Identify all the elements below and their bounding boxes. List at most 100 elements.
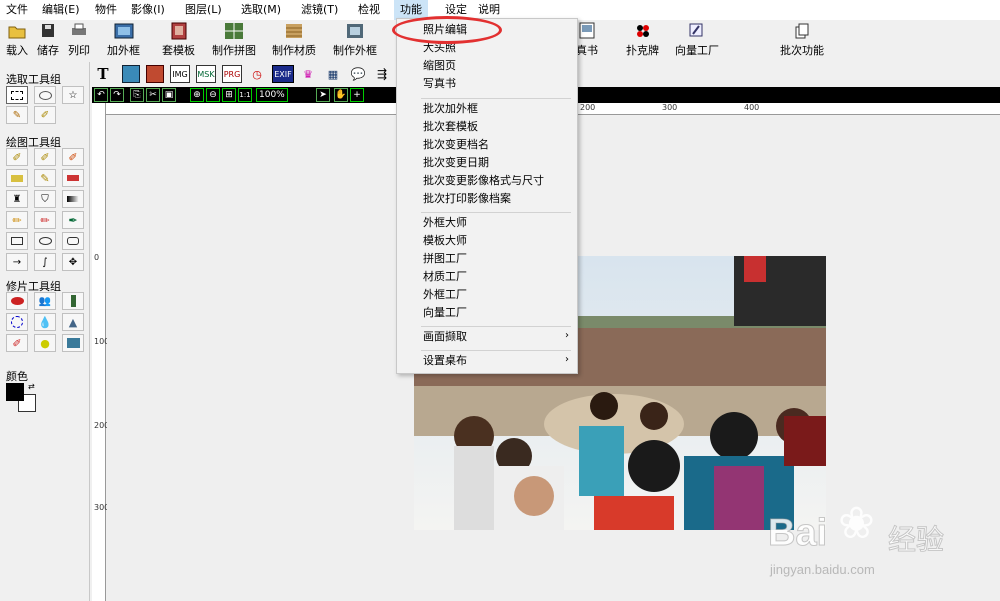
menu-item-thumbnail-page[interactable]: 缩图页	[423, 58, 456, 74]
magic-wand-tool[interactable]: ✎	[6, 106, 28, 124]
paint-tool[interactable]: ✐	[6, 334, 28, 352]
vector-factory-button[interactable]: 向量工厂	[675, 22, 719, 58]
pointer-icon[interactable]: ➤	[316, 88, 330, 102]
text-tool[interactable]: T	[96, 65, 110, 83]
select-brush-tool[interactable]: ✐	[34, 106, 56, 124]
actual-size-icon[interactable]: 1:1	[238, 88, 252, 102]
menu-item-batch-print[interactable]: 批次打印影像档案	[423, 191, 511, 207]
rounded-rect-tool[interactable]	[62, 232, 84, 250]
menu-filter[interactable]: 滤镜(T)	[301, 0, 338, 20]
blur-tool[interactable]: 💧	[34, 313, 56, 331]
paste-icon[interactable]: ▣	[162, 88, 176, 102]
smudge-tool[interactable]: ✎	[34, 169, 56, 187]
move-tool[interactable]: ✥	[62, 253, 84, 271]
speech-bubble-icon[interactable]: 💬	[348, 65, 368, 83]
menu-image[interactable]: 影像(I)	[131, 0, 165, 20]
menu-item-collage-factory[interactable]: 拼图工厂	[423, 251, 467, 267]
undo-icon[interactable]: ↶	[94, 88, 108, 102]
menu-help[interactable]: 说明	[478, 0, 500, 20]
menu-item-vector-factory[interactable]: 向量工厂	[423, 305, 467, 321]
eyedropper-tool[interactable]: ✒	[62, 211, 84, 229]
people-tool[interactable]: 👥	[34, 292, 56, 310]
menu-item-batch-frame[interactable]: 批次加外框	[423, 101, 478, 117]
menu-view[interactable]: 检视	[358, 0, 380, 20]
menu-item-frame-master[interactable]: 外框大师	[423, 215, 467, 231]
airbrush-tool[interactable]: ✐	[34, 148, 56, 166]
menu-layer[interactable]: 图层(L)	[185, 0, 222, 20]
menu-item-batch-template[interactable]: 批次套模板	[423, 119, 478, 135]
rectangle-tool[interactable]	[6, 232, 28, 250]
calendar-icon[interactable]: ▦	[326, 65, 340, 83]
menu-item-label: 设置桌布	[423, 354, 467, 367]
eraser-tool[interactable]	[6, 169, 28, 187]
material-label: 制作材质	[272, 44, 316, 57]
cake-icon[interactable]: ♛	[300, 65, 316, 83]
redo-icon[interactable]: ↷	[110, 88, 124, 102]
insert-image-button[interactable]	[122, 65, 140, 83]
menu-item-batch-date[interactable]: 批次变更日期	[423, 155, 489, 171]
img-button[interactable]: IMG	[170, 65, 190, 83]
menu-item-material-factory[interactable]: 材质工厂	[423, 269, 467, 285]
menu-item-photo-book[interactable]: 写真书	[423, 76, 456, 92]
template-button[interactable]: 套模板	[162, 22, 195, 58]
curve-tool[interactable]: ∫	[34, 253, 56, 271]
insert-photo-button[interactable]	[146, 65, 164, 83]
rectangle-icon	[11, 237, 23, 245]
lasso-select-tool[interactable]: ☆	[62, 86, 84, 104]
menu-edit[interactable]: 编辑(E)	[42, 0, 80, 20]
photo-fix-tool[interactable]	[62, 334, 84, 352]
menu-item-screen-capture[interactable]: 画面撷取 ›	[397, 329, 577, 345]
save-button[interactable]: 储存	[37, 22, 59, 58]
color-brush-tool[interactable]: ✐	[62, 148, 84, 166]
zoom-level[interactable]: 100%	[256, 88, 288, 102]
floppy-icon	[42, 24, 54, 37]
copy-icon[interactable]: ⎘	[130, 88, 144, 102]
poker-button[interactable]: 扑克牌	[626, 22, 659, 58]
bottle-tool[interactable]	[62, 292, 84, 310]
collage-button[interactable]: 制作拼图	[212, 22, 256, 58]
exif-button[interactable]: EXIF	[272, 65, 294, 83]
outer-frame-button[interactable]: 制作外框	[333, 22, 377, 58]
clock-icon[interactable]: ◷	[250, 65, 264, 83]
zoom-out-icon[interactable]: ⊖	[206, 88, 220, 102]
zoom-in-icon[interactable]: ⊕	[190, 88, 204, 102]
ellipse-select-tool[interactable]	[34, 86, 56, 104]
menu-item-batch-rename[interactable]: 批次变更档名	[423, 137, 489, 153]
brush-tool[interactable]: ✐	[6, 148, 28, 166]
red-eye-tool[interactable]	[6, 292, 28, 310]
menu-item-set-wallpaper[interactable]: 设置桌布 ›	[397, 353, 577, 369]
clone-tool[interactable]	[62, 169, 84, 187]
light-tool[interactable]: ●	[34, 334, 56, 352]
rect-select-tool[interactable]	[6, 86, 28, 104]
open-button[interactable]: 载入	[6, 22, 28, 58]
fit-icon[interactable]: ⊞	[222, 88, 236, 102]
sharpen-tool[interactable]: ▲	[62, 313, 84, 331]
stamp-tool[interactable]: ♜	[6, 190, 28, 208]
plus-icon[interactable]: +	[350, 88, 364, 102]
add-frame-button[interactable]: 加外框	[107, 22, 140, 58]
menu-select[interactable]: 选取(M)	[241, 0, 281, 20]
menu-object[interactable]: 物件	[95, 0, 117, 20]
batch-button[interactable]: 批次功能	[780, 22, 824, 58]
align-icon[interactable]: ⇶	[374, 65, 390, 83]
material-button[interactable]: 制作材质	[272, 22, 316, 58]
pencil-tool[interactable]: ✏	[6, 211, 28, 229]
menu-file[interactable]: 文件	[6, 0, 28, 20]
cut-icon[interactable]: ✂	[146, 88, 160, 102]
red-pen-tool[interactable]: ✏	[34, 211, 56, 229]
hand-icon[interactable]: ✋	[334, 88, 348, 102]
fill-tool[interactable]: ⛉	[34, 190, 56, 208]
book-button[interactable]: 真书	[576, 22, 598, 58]
menu-item-template-master[interactable]: 模板大师	[423, 233, 467, 249]
swap-colors-icon[interactable]: ⇄	[28, 382, 35, 391]
menu-item-frame-factory[interactable]: 外框工厂	[423, 287, 467, 303]
mask-button[interactable]: MSK	[196, 65, 216, 83]
print-button[interactable]: 列印	[68, 22, 90, 58]
ellipse-tool[interactable]	[34, 232, 56, 250]
menu-item-batch-format[interactable]: 批次变更影像格式与尺寸	[423, 173, 544, 189]
gradient-tool[interactable]	[62, 190, 84, 208]
foreground-color-swatch[interactable]	[6, 383, 24, 401]
line-tool[interactable]: →	[6, 253, 28, 271]
blemish-tool[interactable]	[6, 313, 28, 331]
prg-button[interactable]: PRG	[222, 65, 242, 83]
